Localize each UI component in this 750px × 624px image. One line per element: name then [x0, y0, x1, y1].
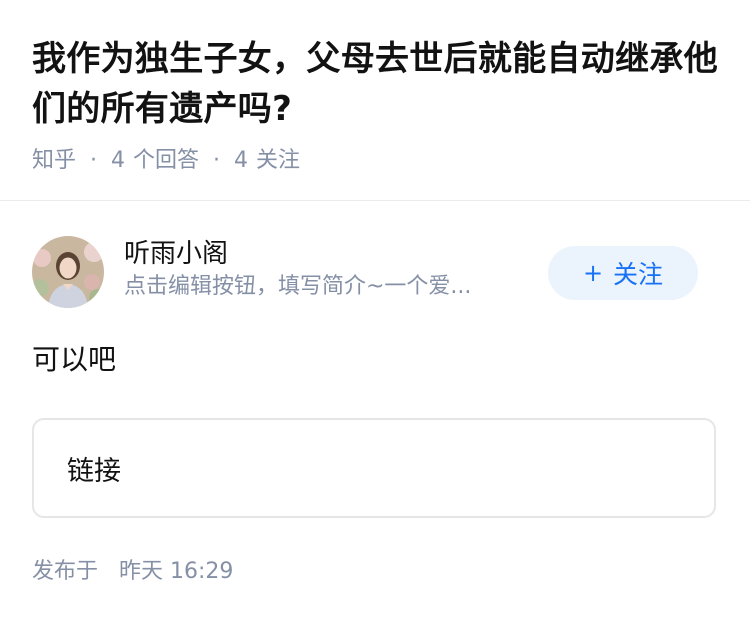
meta-separator: · — [90, 148, 98, 173]
follows-count[interactable]: 4 — [234, 146, 248, 176]
source-label[interactable]: 知乎 — [32, 146, 76, 176]
avatar-image — [32, 236, 104, 308]
answers-label[interactable]: 个回答 — [133, 146, 199, 176]
link-card[interactable]: 链接 — [32, 418, 716, 518]
link-card-label: 链接 — [67, 455, 121, 487]
author-info: 听雨小阁 点击编辑按钮，填写简介~一个爱... — [124, 236, 534, 302]
publish-timestamp: 昨天 16:29 — [119, 559, 234, 584]
publish-time: 发布于 昨天 16:29 — [32, 557, 233, 587]
publish-label: 发布于 — [32, 559, 99, 584]
avatar[interactable] — [32, 236, 104, 308]
question-header: 我作为独生子女，父母去世后就能自动继承他们的所有遗产吗? 知乎 · 4 个回答 … — [32, 34, 722, 176]
question-title[interactable]: 我作为独生子女，父母去世后就能自动继承他们的所有遗产吗? — [32, 34, 722, 134]
plus-icon: + — [582, 259, 604, 287]
follows-label[interactable]: 关注 — [256, 146, 300, 176]
author-row: 听雨小阁 点击编辑按钮，填写简介~一个爱... + 关注 — [32, 236, 718, 308]
divider — [0, 200, 750, 201]
answer-text: 可以吧 — [32, 343, 117, 376]
author-name[interactable]: 听雨小阁 — [124, 236, 534, 272]
question-meta: 知乎 · 4 个回答 · 4 关注 — [32, 146, 722, 176]
meta-separator: · — [213, 148, 221, 173]
author-bio: 点击编辑按钮，填写简介~一个爱... — [124, 274, 472, 299]
answers-count[interactable]: 4 — [111, 146, 125, 176]
follow-button[interactable]: + 关注 — [548, 246, 698, 300]
follow-button-label: 关注 — [613, 260, 664, 289]
